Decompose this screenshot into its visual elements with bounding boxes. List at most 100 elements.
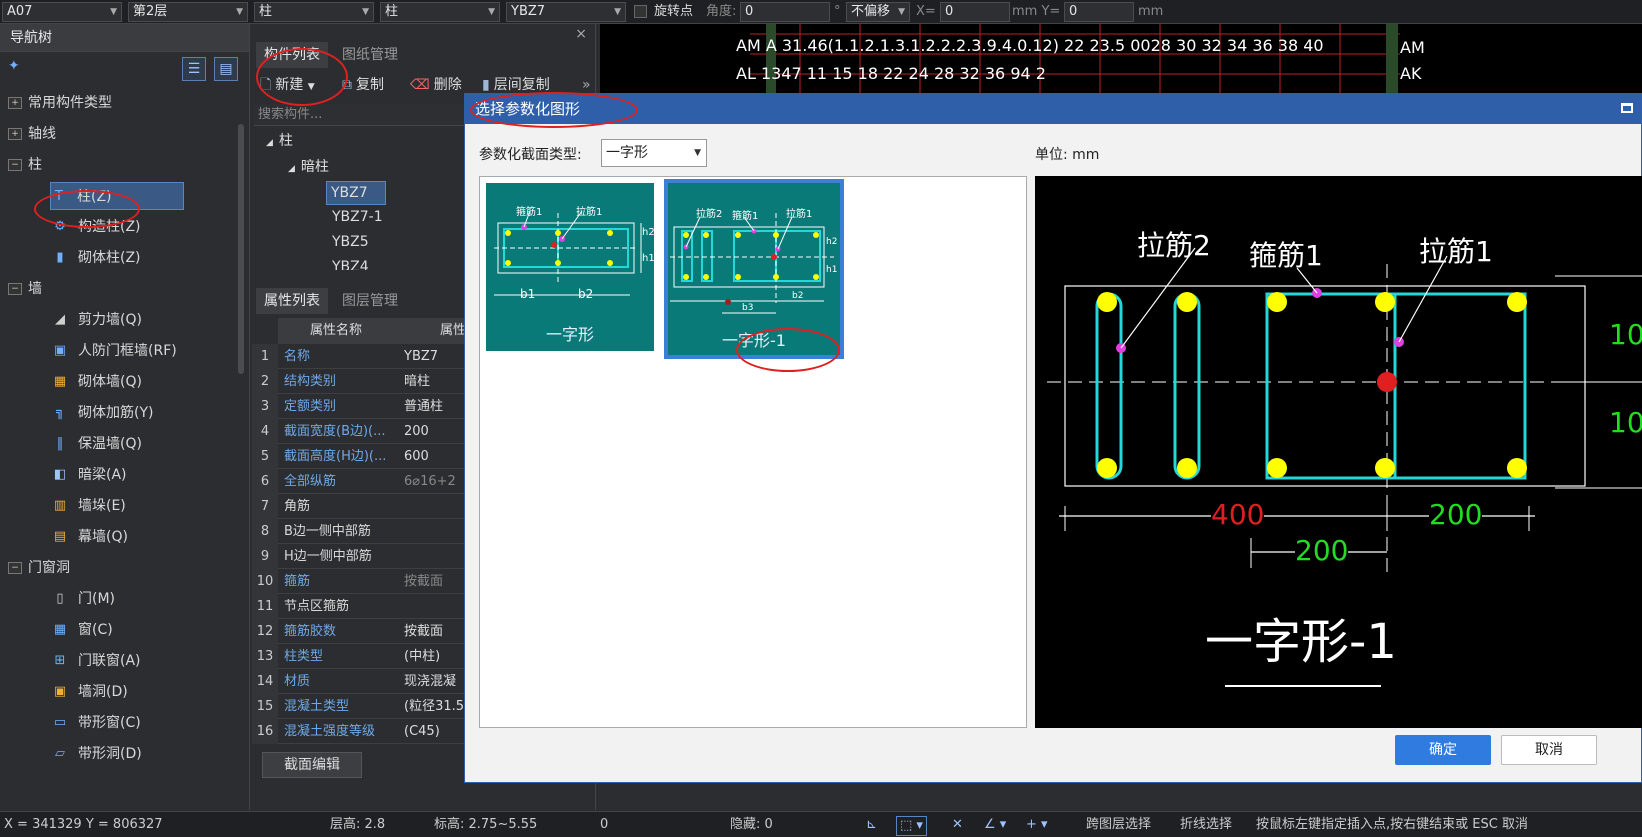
tab-drawing-management[interactable]: 图纸管理 — [334, 42, 406, 68]
nav-item[interactable]: ⊞ 门联窗(A) — [52, 647, 141, 675]
close-icon[interactable]: × — [575, 26, 587, 42]
angle-input[interactable]: 0 — [740, 2, 830, 22]
nav-item[interactable]: ▭ 带形窗(C) — [52, 709, 141, 737]
component-item[interactable]: YBZ7 — [326, 181, 386, 205]
shape-thumb-yizixing-1[interactable]: 拉筋2 箍筋1 拉筋1 b3 b2 h2 h1 一字形-1 — [664, 179, 844, 359]
plus-icon[interactable]: + ▾ — [1026, 816, 1048, 834]
nav-item[interactable]: + 常用构件类型 — [8, 89, 112, 117]
component-select[interactable]: YBZ7 ▼ — [506, 2, 626, 22]
tree-root-column[interactable]: ◢ 柱 — [266, 130, 293, 154]
floor-id-select[interactable]: A07 ▼ — [2, 2, 122, 22]
row-number: 12 — [252, 619, 278, 644]
nav-item[interactable]: − 柱 — [8, 151, 42, 179]
property-name: 箍筋 — [284, 574, 311, 589]
section-type-select[interactable]: 一字形 ▼ — [601, 139, 707, 167]
grid-view-icon[interactable]: ▤ — [214, 57, 238, 81]
list-view-icon[interactable]: ☰ — [182, 57, 206, 81]
nav-item[interactable]: ▥ 墙垛(E) — [52, 492, 126, 520]
thumb-label: h2 — [642, 227, 655, 238]
property-value[interactable]: 普通柱 — [404, 394, 464, 419]
category-select[interactable]: 柱 ▼ — [254, 2, 374, 22]
new-icon: 🗋 — [260, 77, 272, 93]
nav-item[interactable]: ‖ 保温墙(Q) — [52, 430, 142, 458]
maximize-icon[interactable] — [1621, 103, 1633, 113]
property-value[interactable]: 按截面 — [404, 569, 464, 594]
nav-scrollbar[interactable] — [238, 124, 244, 374]
subcategory-value: 柱 — [385, 4, 399, 19]
more-button[interactable]: » — [582, 75, 591, 95]
cancel-button[interactable]: 取消 — [1501, 735, 1597, 765]
new-button[interactable]: 🗋 新建 ▼ — [260, 75, 315, 97]
nav-item[interactable]: ◢ 剪力墙(Q) — [52, 306, 142, 334]
rotate-checkbox[interactable] — [634, 5, 647, 18]
polyline-select-button[interactable]: 折线选择 — [1180, 816, 1232, 834]
nav-item[interactable]: ⚙ 构造柱(Z) — [52, 213, 141, 241]
snap-icon[interactable]: ⊾ — [866, 816, 877, 834]
property-value[interactable]: (C45) — [404, 719, 464, 744]
nav-item-label: 构造柱(Z) — [78, 219, 141, 235]
nav-item[interactable]: ▮ 砌体柱(Z) — [52, 244, 140, 272]
floor-select[interactable]: 第2层 ▼ — [128, 2, 248, 22]
copy-button[interactable]: ⧉ 复制 — [342, 75, 384, 95]
row-number: 5 — [252, 444, 278, 469]
property-value[interactable]: (粒径31.5 — [404, 694, 464, 719]
nav-item[interactable]: ◧ 暗梁(A) — [52, 461, 127, 489]
nav-item[interactable]: ▣ 墙洞(D) — [52, 678, 128, 706]
cross-icon[interactable]: ✕ — [952, 816, 963, 834]
property-value[interactable]: 暗柱 — [404, 369, 464, 394]
tree-child-hidden-column[interactable]: ◢ 暗柱 — [288, 156, 329, 180]
unit-label: 单位: mm — [1035, 147, 1100, 163]
y-input[interactable]: 0 — [1064, 2, 1134, 22]
property-value[interactable]: 600 — [404, 444, 464, 469]
angle-icon[interactable]: ∠ ▾ — [984, 816, 1006, 834]
collapse-icon[interactable]: − — [8, 159, 22, 171]
delete-button[interactable]: ⌫ 删除 — [410, 75, 462, 95]
component-item[interactable]: YBZ5 — [332, 231, 369, 253]
y-label: mm Y= — [1012, 4, 1061, 19]
tab-layer-management[interactable]: 图层管理 — [334, 288, 406, 314]
nav-item[interactable]: T 柱(Z) — [50, 182, 184, 210]
component-item[interactable]: YBZ4 — [332, 256, 369, 270]
expand-icon[interactable]: + — [8, 97, 22, 109]
nav-item[interactable]: ▤ 幕墙(Q) — [52, 523, 128, 551]
masonry-rebar-icon: ╗ — [56, 405, 64, 420]
property-value[interactable]: 按截面 — [404, 619, 464, 644]
property-value[interactable]: 6⌀16+2 — [404, 469, 464, 494]
thumb-label: 拉筋2 — [696, 209, 723, 220]
nav-item-label: 墙洞(D) — [78, 684, 128, 700]
nav-item[interactable]: + 轴线 — [8, 120, 56, 148]
ok-button[interactable]: 确定 — [1395, 735, 1491, 765]
nav-item[interactable]: ▯ 门(M) — [52, 585, 115, 613]
tab-property-list[interactable]: 属性列表 — [256, 288, 328, 314]
nav-item[interactable]: − 门窗洞 — [8, 554, 70, 582]
x-input[interactable]: 0 — [940, 2, 1010, 22]
nav-item[interactable]: ▦ 窗(C) — [52, 616, 113, 644]
collapse-icon[interactable]: − — [8, 562, 22, 574]
shape-thumb-yizixing[interactable]: 箍筋1 拉筋1 b1 b2 h1 h2 一字形 — [486, 183, 655, 351]
nav-item[interactable]: ╗ 砌体加筋(Y) — [52, 399, 153, 427]
property-value[interactable]: 200 — [404, 419, 464, 444]
select-mode-icon[interactable]: ⬚ ▾ — [896, 816, 927, 836]
masonry-column-icon: ▮ — [56, 250, 64, 265]
pin-icon[interactable]: ✦ — [8, 58, 20, 74]
nav-item[interactable]: ▣ 人防门框墙(RF) — [52, 337, 177, 365]
status-hidden: 隐藏: 0 — [730, 817, 773, 832]
collapse-icon[interactable]: − — [8, 283, 22, 295]
nav-item[interactable]: ▦ 砌体墙(Q) — [52, 368, 142, 396]
cross-floor-select-button[interactable]: 跨图层选择 — [1086, 816, 1151, 834]
tab-component-list[interactable]: 构件列表 — [256, 42, 328, 68]
floor-copy-button[interactable]: ▮ 层间复制 — [482, 75, 550, 95]
nav-item[interactable]: ▱ 带形洞(D) — [52, 740, 142, 768]
offset-select[interactable]: 不偏移 ▼ — [846, 2, 910, 22]
section-edit-button[interactable]: 截面编辑 — [262, 752, 362, 778]
nav-item-label: 柱(Z) — [77, 189, 112, 205]
property-value[interactable]: 现浇混凝 — [404, 669, 464, 694]
property-value[interactable]: YBZ7 — [404, 344, 464, 369]
row-number: 14 — [252, 669, 278, 694]
drawing-canvas[interactable]: AM A 31.46(1.1.2.1.3.1.2.2.2.3.9.4.0.12)… — [600, 24, 1642, 94]
expand-icon[interactable]: + — [8, 128, 22, 140]
subcategory-select[interactable]: 柱 ▼ — [380, 2, 500, 22]
nav-item[interactable]: − 墙 — [8, 275, 42, 303]
property-value[interactable]: (中柱) — [404, 644, 464, 669]
component-item[interactable]: YBZ7-1 — [332, 206, 383, 228]
